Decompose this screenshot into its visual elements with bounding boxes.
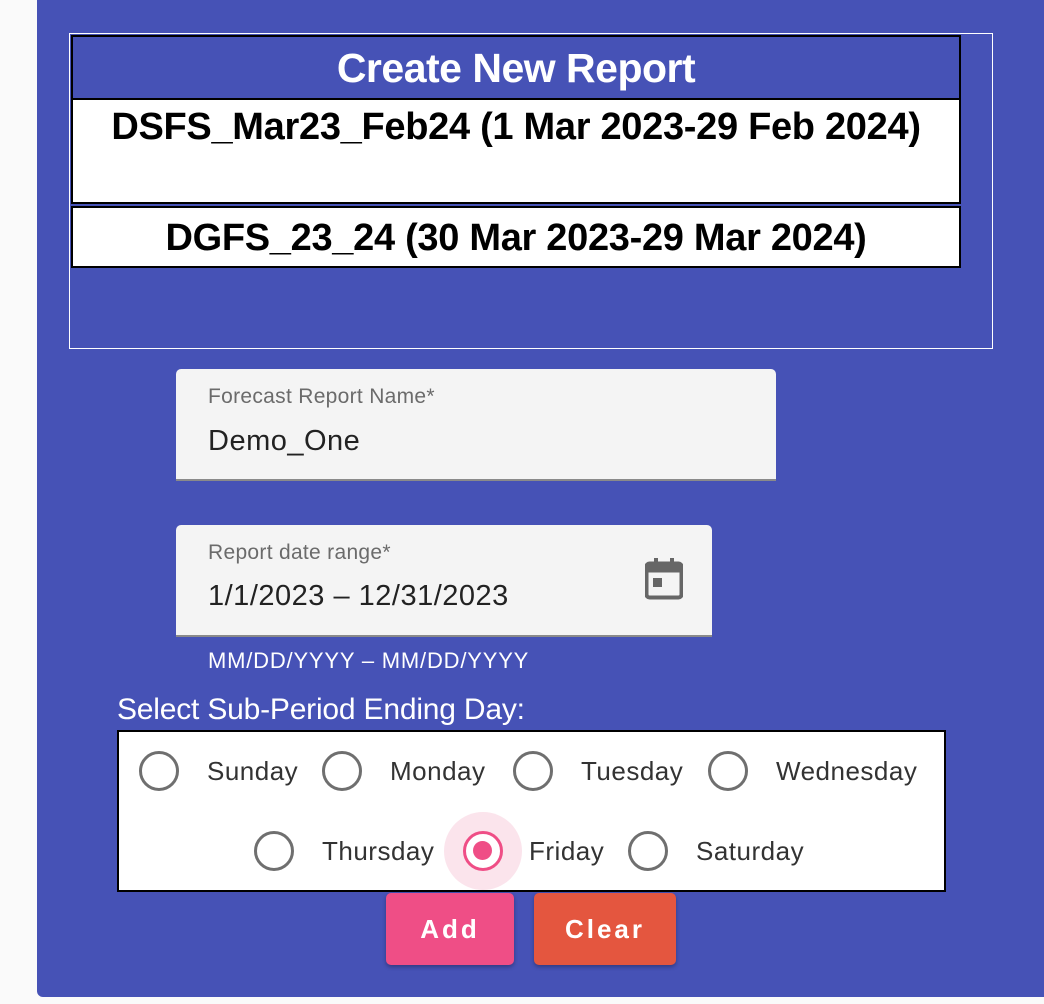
radio-monday[interactable] bbox=[322, 751, 362, 791]
report-date-range-label: Report date range* bbox=[208, 541, 391, 564]
radio-wednesday[interactable] bbox=[708, 751, 748, 791]
report-row[interactable]: DSFS_Mar23_Feb24 (1 Mar 2023-29 Feb 2024… bbox=[71, 100, 961, 204]
report-row[interactable]: DGFS_23_24 (30 Mar 2023-29 Mar 2024) bbox=[71, 206, 961, 268]
day-label-sunday[interactable]: Sunday bbox=[207, 756, 298, 787]
forecast-report-name-label: Forecast Report Name* bbox=[208, 385, 435, 408]
report-date-range-field[interactable]: Report date range* 1/1/2023 – 12/31/2023 bbox=[176, 525, 712, 637]
calendar-icon[interactable] bbox=[645, 558, 683, 600]
add-button[interactable]: Add bbox=[386, 893, 514, 965]
forecast-report-name-field[interactable]: Forecast Report Name* Demo_One bbox=[176, 369, 776, 481]
radio-sunday[interactable] bbox=[139, 751, 179, 791]
report-table-title: Create New Report bbox=[71, 35, 961, 100]
radio-tuesday[interactable] bbox=[513, 751, 553, 791]
date-format-hint: MM/DD/YYYY – MM/DD/YYYY bbox=[208, 648, 530, 673]
forecast-report-name-input[interactable]: Demo_One bbox=[208, 425, 360, 458]
sub-period-title: Select Sub-Period Ending Day: bbox=[117, 693, 525, 726]
report-table: Create New Report DSFS_Mar23_Feb24 (1 Ma… bbox=[71, 35, 961, 268]
clear-button[interactable]: Clear bbox=[534, 893, 676, 965]
day-label-tuesday[interactable]: Tuesday bbox=[581, 756, 683, 787]
report-date-range-input[interactable]: 1/1/2023 – 12/31/2023 bbox=[208, 580, 509, 613]
day-label-thursday[interactable]: Thursday bbox=[322, 836, 434, 867]
day-label-saturday[interactable]: Saturday bbox=[696, 836, 804, 867]
sub-period-day-group: Sunday Monday Tuesday Wednesday Thursday… bbox=[117, 730, 946, 892]
day-label-friday[interactable]: Friday bbox=[529, 836, 604, 867]
radio-saturday[interactable] bbox=[628, 831, 668, 871]
radio-friday[interactable] bbox=[463, 831, 503, 871]
day-label-monday[interactable]: Monday bbox=[390, 756, 486, 787]
radio-thursday[interactable] bbox=[254, 831, 294, 871]
day-label-wednesday[interactable]: Wednesday bbox=[776, 756, 917, 787]
